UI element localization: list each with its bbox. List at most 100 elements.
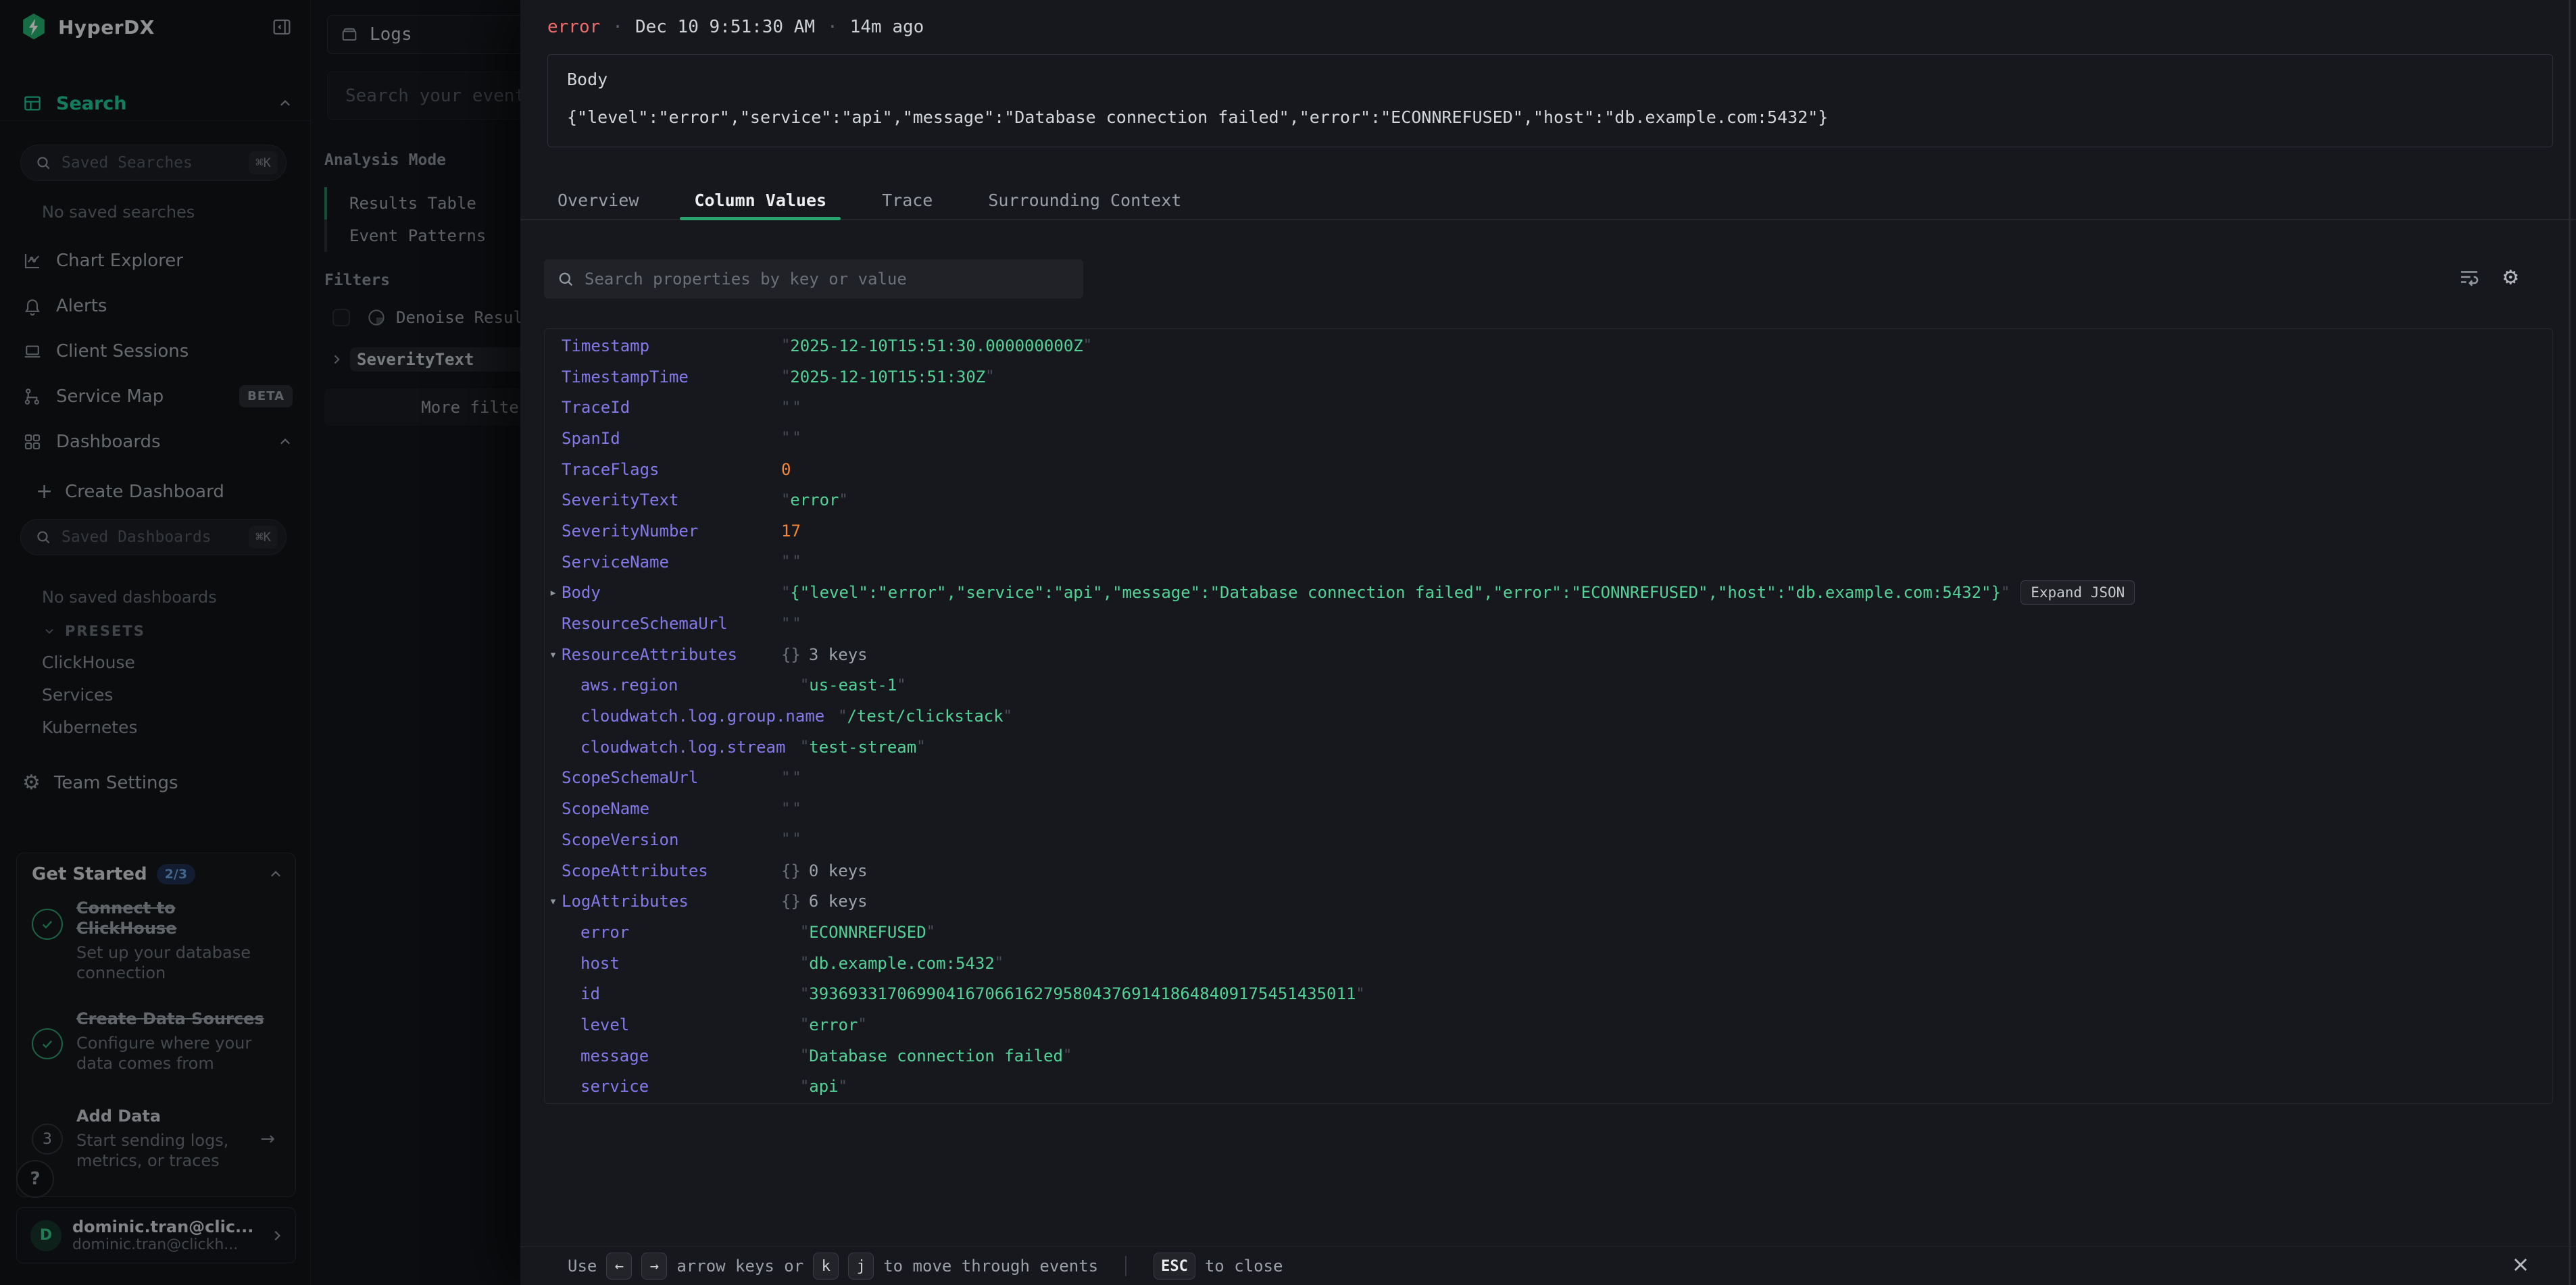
table-row[interactable]: service"api": [545, 1072, 2552, 1103]
table-settings-gear-icon[interactable]: ⚙: [2503, 265, 2518, 289]
property-value: "": [781, 399, 801, 416]
property-key: TraceId: [562, 398, 630, 417]
string-value: ECONNREFUSED: [809, 923, 926, 942]
table-row[interactable]: ScopeName"": [545, 793, 2552, 824]
quote-glyph: ": [781, 337, 790, 354]
quote-glyph: ": [781, 831, 790, 848]
object-key-count: 3 keys: [809, 645, 868, 664]
property-key: ServiceName: [562, 553, 669, 572]
property-value: "": [781, 553, 801, 570]
table-row[interactable]: SeverityNumber17: [545, 515, 2552, 547]
table-row[interactable]: TraceId "": [545, 392, 2552, 423]
property-value: "us-east-1": [800, 676, 906, 695]
close-icon[interactable]: [2507, 1251, 2534, 1278]
table-row[interactable]: error"ECONNREFUSED": [545, 917, 2552, 948]
quote-glyph: ": [1063, 1047, 1072, 1064]
drawer-footer: Use ← → arrow keys or k j to move throug…: [520, 1246, 2576, 1285]
number-value: 17: [781, 522, 801, 540]
tab-overview[interactable]: Overview: [543, 181, 653, 219]
property-value: "": [781, 615, 801, 632]
table-row[interactable]: cloudwatch.log.stream"test-stream": [545, 732, 2552, 763]
number-value: 0: [781, 460, 791, 479]
property-value: {} 3 keys: [781, 645, 868, 664]
esc-key: ESC: [1154, 1253, 1195, 1280]
property-value: "test-stream": [800, 738, 925, 757]
property-value: "2025-12-10T15:51:30Z": [781, 368, 994, 386]
table-row[interactable]: ServiceName "": [545, 547, 2552, 578]
table-row[interactable]: ▾LogAttributes{}6 keys: [545, 886, 2552, 917]
property-key: TraceFlags: [562, 460, 660, 479]
table-row[interactable]: SeverityText"error": [545, 484, 2552, 515]
string-value: error: [790, 490, 839, 509]
table-row[interactable]: ScopeSchemaUrl "": [545, 763, 2552, 794]
property-key: TimestampTime: [562, 368, 689, 386]
property-key: ScopeSchemaUrl: [562, 768, 698, 787]
table-row[interactable]: message"Database connection failed": [545, 1040, 2552, 1072]
property-key: SeverityText: [562, 490, 678, 509]
quote-glyph: ": [800, 1047, 809, 1064]
quote-glyph: ": [985, 368, 994, 385]
table-row[interactable]: TraceFlags 0: [545, 454, 2552, 485]
property-value: "": [781, 770, 801, 786]
quote-glyph: ": [792, 430, 801, 447]
string-value: db.example.com:5432: [809, 954, 995, 973]
tab-surrounding-context[interactable]: Surrounding Context: [974, 181, 1195, 219]
quote-glyph: ": [800, 924, 809, 940]
string-value: 2025-12-10T15:51:30.000000000Z: [790, 336, 1083, 355]
search-icon: [556, 270, 575, 288]
property-value: "/test/clickstack": [838, 707, 1012, 726]
quote-glyph: ": [781, 801, 790, 817]
quote-glyph: ": [792, 553, 801, 570]
braces-glyph: {}: [781, 861, 801, 880]
table-row[interactable]: Timestamp "2025-12-10T15:51:30.000000000Z…: [545, 330, 2552, 361]
event-age: 14m ago: [850, 17, 924, 37]
property-value: "ECONNREFUSED": [800, 923, 935, 942]
arrow-right-key: →: [641, 1253, 667, 1280]
body-card-label: Body: [567, 70, 608, 89]
table-row[interactable]: ▸Body "{"level":"error","service":"api","…: [545, 578, 2552, 609]
scrollbar[interactable]: [2569, 0, 2571, 1285]
table-row[interactable]: SpanId"": [545, 423, 2552, 454]
quote-glyph: ": [792, 801, 801, 817]
quote-glyph: ": [781, 368, 790, 385]
quote-glyph: ": [858, 1016, 867, 1033]
string-value: {"level":"error","service":"api","messag…: [790, 583, 2001, 602]
table-row[interactable]: cloudwatch.log.group.name "/test/clicksta…: [545, 701, 2552, 732]
table-row[interactable]: id"3936933170699041670661627958043769141…: [545, 978, 2552, 1009]
table-row[interactable]: level"error": [545, 1009, 2552, 1040]
collapse-icon[interactable]: ▾: [545, 647, 562, 662]
tab-trace[interactable]: Trace: [868, 181, 947, 219]
table-row[interactable]: host "db.example.com:5432": [545, 948, 2552, 979]
property-search-input[interactable]: Search properties by key or value: [544, 259, 1083, 299]
table-row[interactable]: ResourceSchemaUrl "": [545, 608, 2552, 639]
quote-glyph: ": [792, 770, 801, 786]
property-value: "db.example.com:5432": [800, 954, 1004, 973]
string-value: Database connection failed: [809, 1047, 1063, 1065]
table-row[interactable]: ScopeVersion"": [545, 824, 2552, 855]
quote-glyph: ": [800, 955, 809, 972]
table-row[interactable]: TimestampTime "2025-12-10T15:51:30Z": [545, 361, 2552, 393]
object-key-count: 0 keys: [809, 861, 868, 880]
property-value: "2025-12-10T15:51:30.000000000Z": [781, 336, 1092, 355]
quote-glyph: ": [2001, 584, 2010, 601]
braces-glyph: {}: [781, 645, 801, 664]
property-key: cloudwatch.log.group.name: [580, 707, 824, 726]
expand-json-button[interactable]: Expand JSON: [2021, 580, 2135, 605]
expand-icon[interactable]: ▸: [545, 585, 562, 600]
quote-glyph: ": [781, 615, 790, 632]
property-key: LogAttributes: [562, 892, 689, 911]
string-value: us-east-1: [809, 676, 897, 695]
property-key: ResourceSchemaUrl: [562, 614, 728, 633]
quote-glyph: ": [792, 615, 801, 632]
property-key: Timestamp: [562, 336, 649, 355]
property-value: "Database connection failed": [800, 1047, 1072, 1065]
collapse-icon[interactable]: ▾: [545, 894, 562, 909]
table-row[interactable]: aws.region"us-east-1": [545, 670, 2552, 701]
table-row[interactable]: ▾ResourceAttributes{}3 keys: [545, 639, 2552, 670]
property-search-placeholder: Search properties by key or value: [585, 270, 907, 288]
table-row[interactable]: ScopeAttributes{}0 keys: [545, 855, 2552, 886]
property-key: host: [580, 954, 620, 973]
property-key: Body: [562, 583, 601, 602]
wrap-lines-icon[interactable]: [2457, 265, 2481, 289]
tab-column-values[interactable]: Column Values: [680, 181, 841, 219]
